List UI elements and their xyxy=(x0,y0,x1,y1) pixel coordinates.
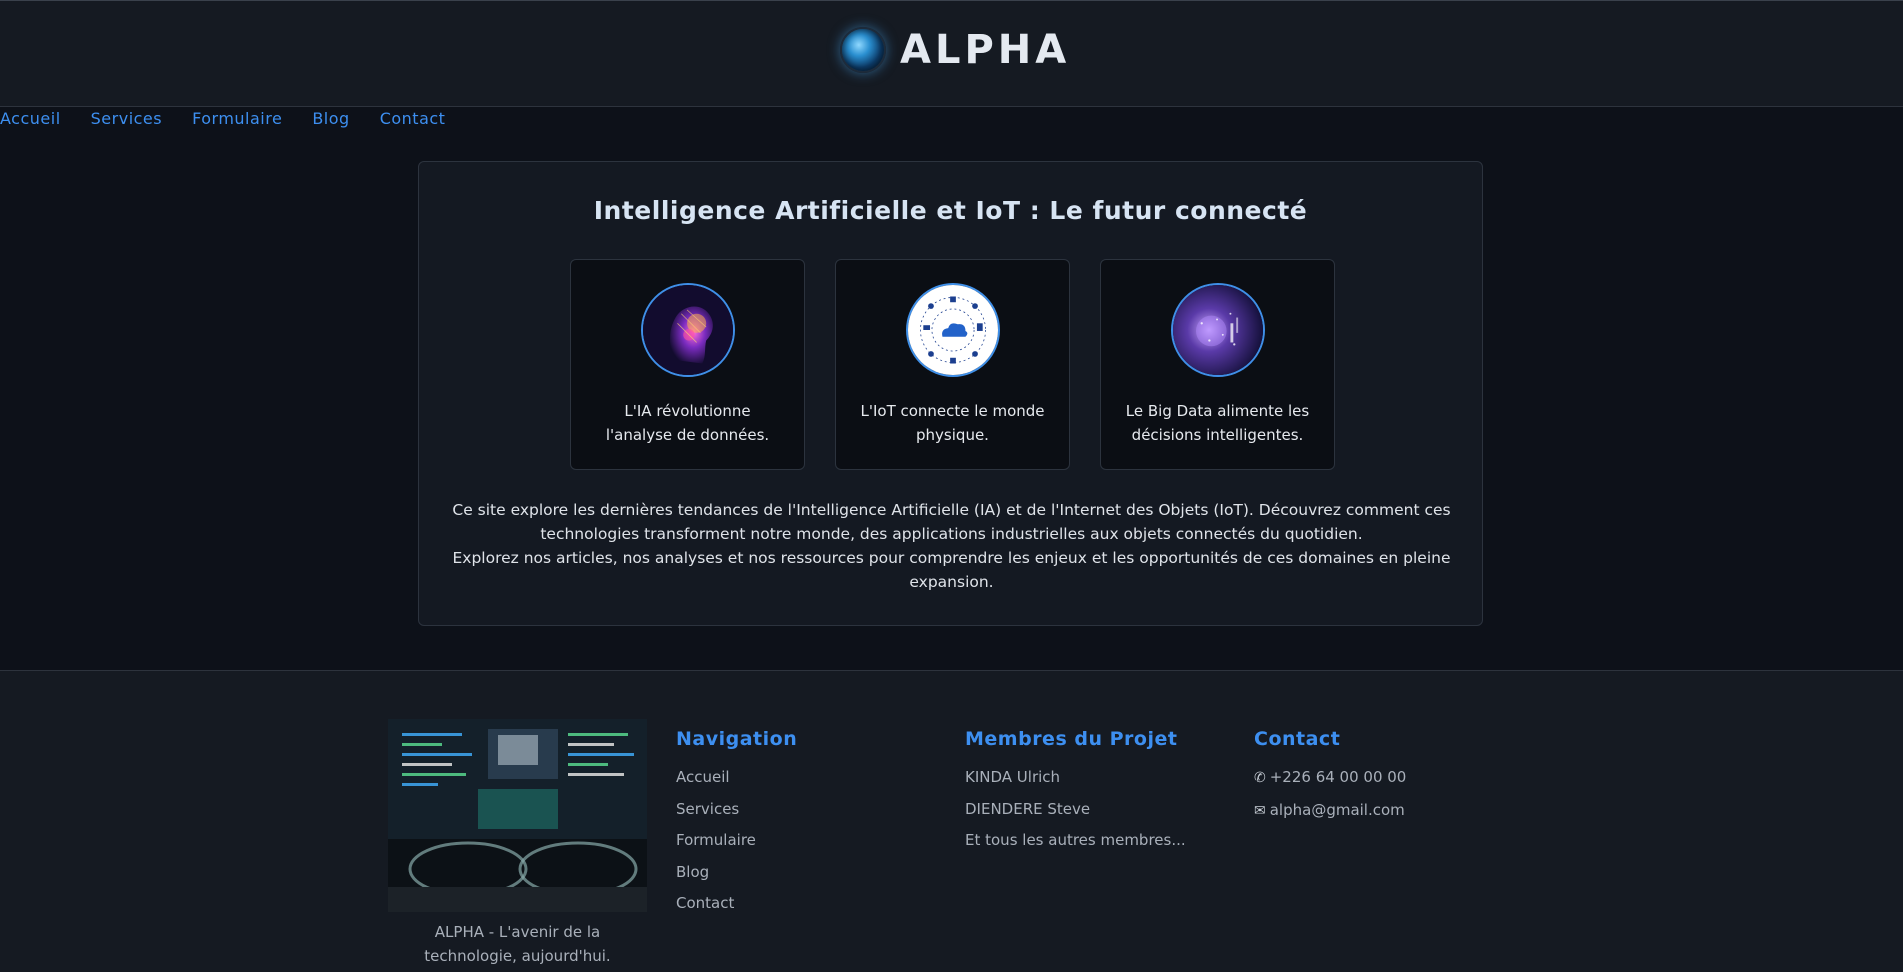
nav-item-accueil[interactable]: Accueil xyxy=(0,108,61,130)
member-item: KINDA Ulrich xyxy=(965,768,1061,786)
feature-card-iot: L'IoT connecte le monde physique. xyxy=(835,259,1070,470)
feature-card-big-data: Le Big Data alimente les décisions intel… xyxy=(1100,259,1335,470)
footer-contact-title: Contact xyxy=(1254,728,1341,750)
nav-item-blog[interactable]: Blog xyxy=(312,108,349,130)
footer-link-services[interactable]: Services xyxy=(676,800,797,818)
phone-icon: ✆ xyxy=(1254,770,1266,786)
contact-email[interactable]: ✉ alpha@gmail.com xyxy=(1254,801,1406,820)
site-header: ALPHA xyxy=(0,0,1903,107)
feature-card-ai: L'IA révolutionne l'analyse de données. xyxy=(570,259,805,470)
ai-head-icon xyxy=(640,283,735,377)
site-footer: ALPHA - L'avenir de la technologie, aujo… xyxy=(0,670,1903,972)
big-data-icon xyxy=(1170,283,1265,377)
contact-phone[interactable]: ✆ +226 64 00 00 00 xyxy=(1254,768,1406,787)
page-title: Intelligence Artificielle et IoT : Le fu… xyxy=(593,196,1308,225)
email-address: alpha@gmail.com xyxy=(1269,800,1405,819)
iot-cloud-icon xyxy=(905,283,1000,377)
nav-item-formulaire[interactable]: Formulaire xyxy=(192,108,282,130)
main-nav: Accueil Services Formulaire Blog Contact xyxy=(0,108,445,130)
footer-link-accueil[interactable]: Accueil xyxy=(676,768,797,786)
globe-icon xyxy=(840,27,886,73)
nav-item-services[interactable]: Services xyxy=(91,108,162,130)
phone-number: +226 64 00 00 00 xyxy=(1269,768,1407,786)
footer-members-title: Membres du Projet xyxy=(965,728,1178,750)
envelope-icon: ✉ xyxy=(1254,802,1266,819)
footer-members: Membres du Projet KINDA Ulrich DIENDERE … xyxy=(965,719,1186,863)
feature-text: L'IoT connecte le monde physique. xyxy=(860,402,1045,444)
footer-link-blog[interactable]: Blog xyxy=(676,863,797,881)
member-item: Et tous les autres membres... xyxy=(965,831,1186,849)
feature-text: Le Big Data alimente les décisions intel… xyxy=(1125,402,1310,444)
feature-text: L'IA révolutionne l'analyse de données. xyxy=(605,402,770,444)
main-card: Intelligence Artificielle et IoT : Le fu… xyxy=(418,161,1483,626)
intro-paragraph-2: Explorez nos articles, nos analyses et n… xyxy=(452,549,1451,591)
footer-navigation-title: Navigation xyxy=(676,728,798,750)
intro-paragraph-1: Ce site explore les dernières tendances … xyxy=(452,501,1451,543)
brand-name: ALPHA xyxy=(900,27,1071,73)
footer-contact: Contact ✆ +226 64 00 00 00 ✉ alpha@gmail.c… xyxy=(1254,719,1406,833)
footer-photo xyxy=(388,719,647,912)
footer-link-contact[interactable]: Contact xyxy=(676,894,797,912)
footer-link-formulaire[interactable]: Formulaire xyxy=(676,831,797,849)
member-item: DIENDERE Steve xyxy=(965,799,1091,818)
nav-item-contact[interactable]: Contact xyxy=(380,108,446,130)
feature-list: L'IA révolutionne l'analyse de données. xyxy=(570,259,1335,470)
footer-brand-block: ALPHA - L'avenir de la technologie, aujo… xyxy=(388,719,647,968)
footer-navigation: Navigation Accueil Services Formulaire B… xyxy=(676,719,797,926)
intro-text: Ce site explore les dernières tendances … xyxy=(449,498,1454,594)
brand[interactable]: ALPHA xyxy=(840,27,1070,73)
footer-tagline: ALPHA - L'avenir de la technologie, aujo… xyxy=(424,923,611,965)
